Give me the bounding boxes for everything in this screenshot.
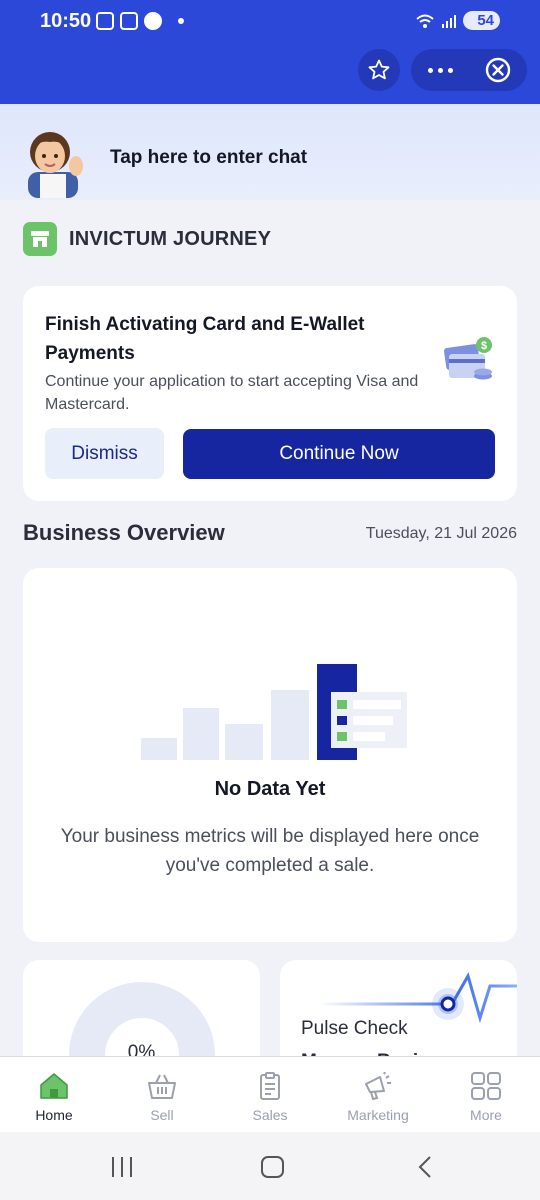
menu-pill [411,49,527,91]
assistant-avatar [28,132,83,198]
store-icon [23,222,57,256]
activation-card: Finish Activating Card and E-Wallet Paym… [23,286,517,501]
continue-now-button[interactable]: Continue Now [183,429,495,479]
basket-icon [145,1071,179,1101]
business-overview-date: Tuesday, 21 Jul 2026 [365,525,517,542]
bottom-navigation: Home Sell Sales Marketing More [0,1056,540,1132]
nav-more[interactable]: More [432,1057,540,1132]
shop-icon [120,12,138,30]
activation-card-description: Continue your application to start accep… [45,373,419,413]
status-right: 54 [415,11,500,30]
recent-apps-icon[interactable] [112,1157,132,1177]
app-header [0,36,540,104]
home-button-icon[interactable] [261,1156,284,1178]
pulse-wave-icon [320,972,517,1024]
nav-sell[interactable]: Sell [108,1057,216,1132]
chat-banner-label: Tap here to enter chat [110,147,308,168]
grid-icon [469,1071,503,1101]
favorite-button[interactable] [358,49,400,91]
system-navigation-bar [0,1132,540,1200]
clipboard-icon [253,1071,287,1101]
cards-with-dollar-icon: $ [444,337,492,380]
status-icons [96,12,184,30]
close-circle-icon [485,57,511,83]
nav-label: Marketing [347,1107,409,1123]
empty-state-title: No Data Yet [214,778,326,800]
nav-label: Sales [252,1107,288,1123]
business-overview-title: Business Overview [23,520,225,545]
svg-text:$: $ [481,340,487,352]
nav-marketing[interactable]: Marketing [324,1057,432,1132]
empty-state-description: Your business metrics will be displayed … [60,826,480,876]
megaphone-icon [361,1071,395,1101]
wifi-icon [416,14,434,28]
notification-dot-icon [178,18,184,24]
back-icon[interactable] [418,1156,432,1178]
status-bar: 10:50 54 [0,0,540,40]
nav-sales[interactable]: Sales [216,1057,324,1132]
close-button[interactable] [469,57,527,83]
dismiss-button[interactable]: Dismiss [45,428,164,479]
nav-label: Sell [150,1107,174,1123]
home-icon [37,1071,71,1101]
journey-title: INVICTUM JOURNEY [69,228,272,250]
activation-card-title: Finish Activating Card and E-Wallet Paym… [45,314,365,364]
nav-label: More [470,1107,502,1123]
battery-indicator: 54 [463,11,500,30]
star-outline-icon [368,59,390,80]
empty-state-card: No Data Yet Your business metrics will b… [23,568,517,942]
nav-home[interactable]: Home [0,1057,108,1132]
status-time: 10:50 [40,10,92,32]
nav-label: Home [35,1107,73,1123]
bar-chart-illustration [141,664,407,760]
screenshot-icon [96,12,114,30]
vpn-icon [144,12,162,30]
pulse-check-label: Pulse Check [301,1018,408,1039]
more-dots-icon[interactable] [411,67,469,73]
chat-banner[interactable]: Tap here to enter chat [0,104,540,200]
signal-icon [442,14,457,28]
